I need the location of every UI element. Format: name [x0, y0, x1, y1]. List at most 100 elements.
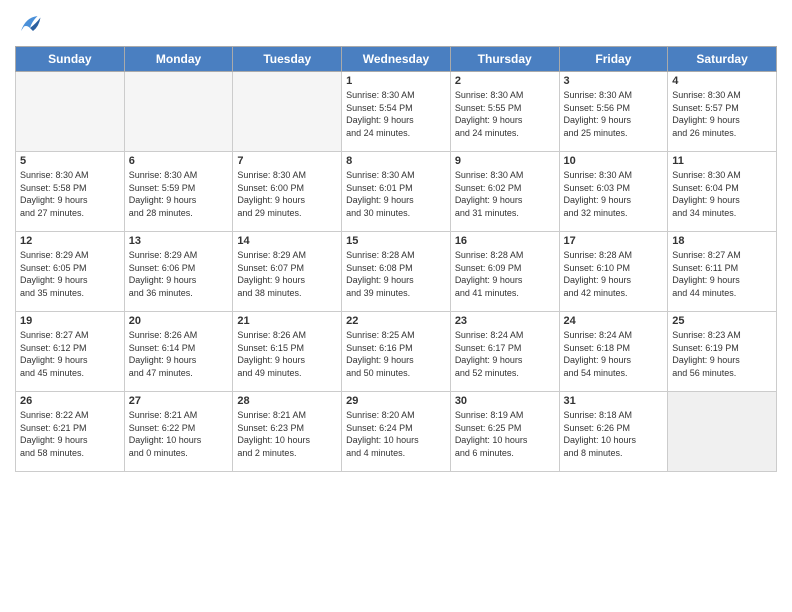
calendar-cell	[668, 392, 777, 472]
day-info: Sunrise: 8:24 AM Sunset: 6:17 PM Dayligh…	[455, 329, 555, 379]
calendar-cell: 4 Sunrise: 8:30 AM Sunset: 5:57 PM Daylig…	[668, 72, 777, 152]
calendar-cell: 8 Sunrise: 8:30 AM Sunset: 6:01 PM Daylig…	[342, 152, 451, 232]
calendar-week-row: 5 Sunrise: 8:30 AM Sunset: 5:58 PM Daylig…	[16, 152, 777, 232]
calendar-cell: 9 Sunrise: 8:30 AM Sunset: 6:02 PM Daylig…	[450, 152, 559, 232]
day-info: Sunrise: 8:30 AM Sunset: 6:01 PM Dayligh…	[346, 169, 446, 219]
calendar-cell: 10 Sunrise: 8:30 AM Sunset: 6:03 PM Dayli…	[559, 152, 668, 232]
calendar-cell: 5 Sunrise: 8:30 AM Sunset: 5:58 PM Daylig…	[16, 152, 125, 232]
calendar-cell: 19 Sunrise: 8:27 AM Sunset: 6:12 PM Dayli…	[16, 312, 125, 392]
day-number: 25	[672, 315, 772, 327]
calendar-week-row: 26Sunrise: 8:22 AM Sunset: 6:21 PM Dayli…	[16, 392, 777, 472]
day-info: Sunrise: 8:30 AM Sunset: 6:00 PM Dayligh…	[237, 169, 337, 219]
header	[15, 10, 777, 40]
day-info: Sunrise: 8:27 AM Sunset: 6:12 PM Dayligh…	[20, 329, 120, 379]
weekday-header-tuesday: Tuesday	[233, 47, 342, 72]
day-number: 1	[346, 75, 446, 87]
day-number: 29	[346, 395, 446, 407]
calendar-cell: 12Sunrise: 8:29 AM Sunset: 6:05 PM Dayli…	[16, 232, 125, 312]
day-number: 2	[455, 75, 555, 87]
day-info: Sunrise: 8:20 AM Sunset: 6:24 PM Dayligh…	[346, 409, 446, 459]
calendar-cell: 27 Sunrise: 8:21 AM Sunset: 6:22 PM Dayli…	[124, 392, 233, 472]
day-info: Sunrise: 8:28 AM Sunset: 6:08 PM Dayligh…	[346, 249, 446, 299]
day-info: Sunrise: 8:30 AM Sunset: 6:02 PM Dayligh…	[455, 169, 555, 219]
calendar-cell: 23 Sunrise: 8:24 AM Sunset: 6:17 PM Dayli…	[450, 312, 559, 392]
day-info: Sunrise: 8:23 AM Sunset: 6:19 PM Dayligh…	[672, 329, 772, 379]
day-info: Sunrise: 8:30 AM Sunset: 5:56 PM Dayligh…	[564, 89, 664, 139]
day-number: 8	[346, 155, 446, 167]
day-number: 24	[564, 315, 664, 327]
day-number: 13	[129, 235, 229, 247]
day-info: Sunrise: 8:29 AM Sunset: 6:07 PM Dayligh…	[237, 249, 337, 299]
calendar-cell: 3 Sunrise: 8:30 AM Sunset: 5:56 PM Daylig…	[559, 72, 668, 152]
calendar-cell	[16, 72, 125, 152]
day-number: 23	[455, 315, 555, 327]
day-number: 19	[20, 315, 120, 327]
calendar-cell: 15 Sunrise: 8:28 AM Sunset: 6:08 PM Dayli…	[342, 232, 451, 312]
day-number: 20	[129, 315, 229, 327]
weekday-header-friday: Friday	[559, 47, 668, 72]
calendar-week-row: 19 Sunrise: 8:27 AM Sunset: 6:12 PM Dayli…	[16, 312, 777, 392]
day-number: 4	[672, 75, 772, 87]
day-info: Sunrise: 8:30 AM Sunset: 5:54 PM Dayligh…	[346, 89, 446, 139]
day-info: Sunrise: 8:21 AM Sunset: 6:22 PM Dayligh…	[129, 409, 229, 459]
day-number: 3	[564, 75, 664, 87]
day-info: Sunrise: 8:21 AM Sunset: 6:23 PM Dayligh…	[237, 409, 337, 459]
weekday-header-wednesday: Wednesday	[342, 47, 451, 72]
day-number: 10	[564, 155, 664, 167]
calendar-cell: 26Sunrise: 8:22 AM Sunset: 6:21 PM Dayli…	[16, 392, 125, 472]
day-number: 5	[20, 155, 120, 167]
calendar-cell: 11 Sunrise: 8:30 AM Sunset: 6:04 PM Dayli…	[668, 152, 777, 232]
calendar-cell: 29 Sunrise: 8:20 AM Sunset: 6:24 PM Dayli…	[342, 392, 451, 472]
weekday-header-row: SundayMondayTuesdayWednesdayThursdayFrid…	[16, 47, 777, 72]
logo	[15, 10, 49, 40]
day-info: Sunrise: 8:25 AM Sunset: 6:16 PM Dayligh…	[346, 329, 446, 379]
logo-bird-icon	[15, 10, 45, 40]
weekday-header-sunday: Sunday	[16, 47, 125, 72]
calendar-cell	[233, 72, 342, 152]
calendar-cell: 25 Sunrise: 8:23 AM Sunset: 6:19 PM Dayli…	[668, 312, 777, 392]
day-number: 30	[455, 395, 555, 407]
calendar-cell: 24Sunrise: 8:24 AM Sunset: 6:18 PM Dayli…	[559, 312, 668, 392]
day-info: Sunrise: 8:29 AM Sunset: 6:06 PM Dayligh…	[129, 249, 229, 299]
weekday-header-thursday: Thursday	[450, 47, 559, 72]
day-number: 16	[455, 235, 555, 247]
page-container: SundayMondayTuesdayWednesdayThursdayFrid…	[0, 0, 792, 482]
day-info: Sunrise: 8:30 AM Sunset: 5:59 PM Dayligh…	[129, 169, 229, 219]
calendar-week-row: 1 Sunrise: 8:30 AM Sunset: 5:54 PM Daylig…	[16, 72, 777, 152]
day-info: Sunrise: 8:26 AM Sunset: 6:14 PM Dayligh…	[129, 329, 229, 379]
calendar-cell	[124, 72, 233, 152]
day-number: 27	[129, 395, 229, 407]
day-info: Sunrise: 8:30 AM Sunset: 6:03 PM Dayligh…	[564, 169, 664, 219]
calendar-cell: 6Sunrise: 8:30 AM Sunset: 5:59 PM Daylig…	[124, 152, 233, 232]
calendar-cell: 21Sunrise: 8:26 AM Sunset: 6:15 PM Dayli…	[233, 312, 342, 392]
calendar-cell: 31 Sunrise: 8:18 AM Sunset: 6:26 PM Dayli…	[559, 392, 668, 472]
calendar-cell: 22 Sunrise: 8:25 AM Sunset: 6:16 PM Dayli…	[342, 312, 451, 392]
day-info: Sunrise: 8:30 AM Sunset: 5:55 PM Dayligh…	[455, 89, 555, 139]
day-number: 9	[455, 155, 555, 167]
day-number: 22	[346, 315, 446, 327]
day-info: Sunrise: 8:18 AM Sunset: 6:26 PM Dayligh…	[564, 409, 664, 459]
calendar-cell: 20 Sunrise: 8:26 AM Sunset: 6:14 PM Dayli…	[124, 312, 233, 392]
day-info: Sunrise: 8:19 AM Sunset: 6:25 PM Dayligh…	[455, 409, 555, 459]
day-number: 31	[564, 395, 664, 407]
day-number: 21	[237, 315, 337, 327]
calendar-cell: 7Sunrise: 8:30 AM Sunset: 6:00 PM Daylig…	[233, 152, 342, 232]
calendar-cell: 14 Sunrise: 8:29 AM Sunset: 6:07 PM Dayli…	[233, 232, 342, 312]
day-number: 11	[672, 155, 772, 167]
day-info: Sunrise: 8:22 AM Sunset: 6:21 PM Dayligh…	[20, 409, 120, 459]
calendar-cell: 13 Sunrise: 8:29 AM Sunset: 6:06 PM Dayli…	[124, 232, 233, 312]
day-number: 28	[237, 395, 337, 407]
calendar-week-row: 12Sunrise: 8:29 AM Sunset: 6:05 PM Dayli…	[16, 232, 777, 312]
day-info: Sunrise: 8:30 AM Sunset: 5:58 PM Dayligh…	[20, 169, 120, 219]
day-number: 15	[346, 235, 446, 247]
calendar-cell: 18Sunrise: 8:27 AM Sunset: 6:11 PM Dayli…	[668, 232, 777, 312]
day-number: 17	[564, 235, 664, 247]
calendar-cell: 17Sunrise: 8:28 AM Sunset: 6:10 PM Dayli…	[559, 232, 668, 312]
day-info: Sunrise: 8:30 AM Sunset: 6:04 PM Dayligh…	[672, 169, 772, 219]
day-info: Sunrise: 8:27 AM Sunset: 6:11 PM Dayligh…	[672, 249, 772, 299]
calendar-cell: 1 Sunrise: 8:30 AM Sunset: 5:54 PM Daylig…	[342, 72, 451, 152]
day-number: 14	[237, 235, 337, 247]
day-info: Sunrise: 8:30 AM Sunset: 5:57 PM Dayligh…	[672, 89, 772, 139]
day-info: Sunrise: 8:28 AM Sunset: 6:09 PM Dayligh…	[455, 249, 555, 299]
calendar-table: SundayMondayTuesdayWednesdayThursdayFrid…	[15, 46, 777, 472]
